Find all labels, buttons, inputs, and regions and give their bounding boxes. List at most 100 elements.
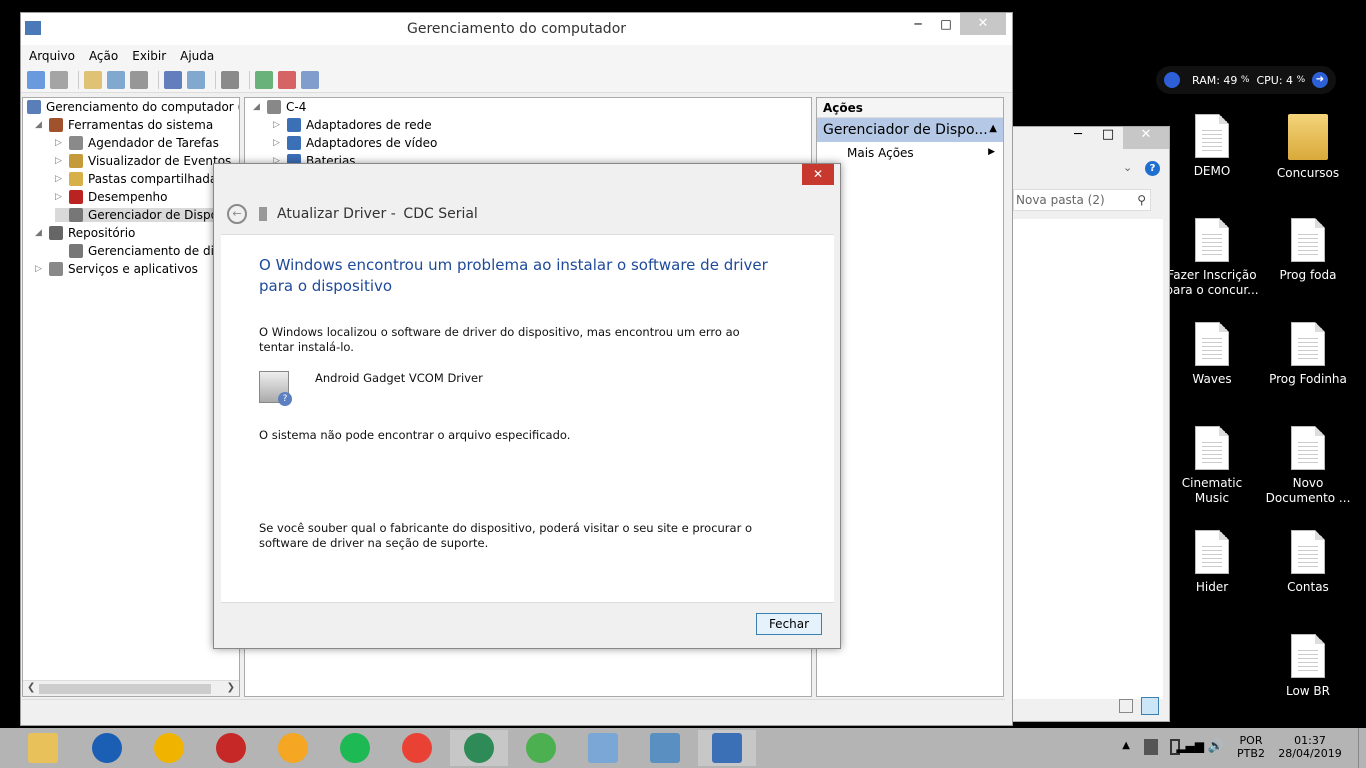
minimize-button[interactable]: ─ [904, 13, 932, 35]
desktop-icon[interactable]: Low BR [1260, 634, 1356, 699]
tree-item[interactable]: ◢ Repositório [35, 226, 135, 240]
taskbar-app[interactable] [202, 730, 260, 766]
desktop-icon[interactable]: Prog Fodinha [1260, 322, 1356, 387]
show-desktop-button[interactable] [1358, 728, 1366, 768]
dialog-close-button[interactable]: ✕ [802, 164, 834, 185]
expand-icon[interactable]: ▷ [55, 138, 65, 148]
tree-item[interactable]: ◢ Ferramentas do sistema [35, 118, 213, 132]
tree-item[interactable]: ▷ Pastas compartilhadas [55, 172, 224, 186]
taskbar-app[interactable] [574, 730, 632, 766]
action-center-icon[interactable] [1144, 739, 1158, 755]
expand-icon[interactable]: ▷ [55, 174, 65, 184]
device-category[interactable]: ▷ Adaptadores de vídeo [273, 136, 437, 150]
menu-exibir[interactable]: Exibir [132, 45, 166, 67]
status-bar [22, 699, 1005, 721]
arrow-right-icon[interactable]: ➜ [1312, 72, 1328, 88]
taskbar-app[interactable] [698, 730, 756, 766]
actions-device-manager[interactable]: Gerenciador de Dispo... ▲ [817, 118, 1003, 142]
chevron-down-icon[interactable]: ⌄ [1123, 161, 1132, 174]
properties-icon[interactable] [130, 70, 148, 89]
menu-arquivo[interactable]: Arquivo [29, 45, 75, 67]
more-actions-label: Mais Ações [847, 146, 914, 160]
scrollbar-thumb[interactable] [39, 684, 211, 694]
menu-acao[interactable]: Ação [89, 45, 118, 67]
desktop-icon[interactable]: Prog foda [1260, 218, 1356, 283]
collapse-icon[interactable]: ◢ [35, 120, 45, 130]
maximize-button[interactable]: □ [1093, 127, 1123, 149]
more-actions[interactable]: Mais Ações ▶ [817, 142, 1003, 164]
desktop-icon[interactable]: Hider [1164, 530, 1260, 595]
horizontal-scrollbar[interactable]: ❮ ❯ [23, 680, 239, 696]
tree-root[interactable]: Gerenciamento do computador (loc [27, 100, 239, 114]
desktop-icon-label: Prog foda [1279, 268, 1337, 282]
expand-icon[interactable]: ▷ [55, 156, 65, 166]
tree-item[interactable]: ▷ Visualizador de Eventos [55, 154, 231, 168]
device-category[interactable]: ▷ Adaptadores de rede [273, 118, 432, 132]
scroll-left-icon[interactable]: ❮ [27, 682, 35, 693]
taskbar-app[interactable] [14, 730, 72, 766]
show-hide-tree-icon[interactable] [107, 70, 125, 89]
expand-icon[interactable]: ▷ [35, 264, 45, 274]
expand-icon[interactable]: ▷ [55, 192, 65, 202]
desktop-icon[interactable]: Cinematic Music [1164, 426, 1260, 506]
up-folder-icon[interactable] [84, 70, 102, 89]
minimize-button[interactable]: ─ [1063, 127, 1093, 149]
tree-item[interactable]: Gerenciador de Dispositi [55, 208, 236, 222]
collapse-up-icon[interactable]: ▲ [989, 123, 997, 134]
taskbar-app[interactable] [140, 730, 198, 766]
expand-icon[interactable]: ▷ [273, 120, 283, 130]
language-indicator[interactable]: POR PTB2 [1236, 734, 1266, 760]
desktop-icon[interactable]: Fazer Inscrição para o concur... [1164, 218, 1260, 298]
desktop-icon[interactable]: Novo Documento ... [1260, 426, 1356, 506]
help-icon[interactable]: ? [1145, 161, 1160, 176]
document-icon [1195, 426, 1229, 470]
search-input[interactable]: Nova pasta (2) ⚲ [1013, 189, 1151, 211]
disable-device-icon[interactable] [301, 70, 319, 89]
taskbar-app[interactable] [78, 730, 136, 766]
volume-icon[interactable]: 🔊 [1208, 739, 1224, 754]
tree-item[interactable]: ▷ Serviços e aplicativos [35, 262, 198, 276]
back-arrow-icon[interactable]: ← [227, 204, 247, 224]
clock[interactable]: 01:37 28/04/2019 [1278, 734, 1342, 760]
desktop-icon[interactable]: DEMO [1164, 114, 1260, 179]
large-icons-view-icon[interactable] [1141, 697, 1159, 715]
help-topic-icon[interactable] [187, 70, 205, 89]
collapse-icon[interactable]: ◢ [253, 102, 263, 112]
tree-item[interactable]: Gerenciamento de disco [55, 244, 234, 258]
menu-ajuda[interactable]: Ajuda [180, 45, 214, 67]
collapse-icon[interactable]: ◢ [35, 228, 45, 238]
taskbar-app[interactable] [388, 730, 446, 766]
system-monitor-widget[interactable]: RAM: 49 % CPU: 4 % ➜ [1156, 66, 1336, 94]
taskbar-app[interactable] [512, 730, 570, 766]
desktop-icon-label: Cinematic Music [1181, 476, 1243, 505]
show-hidden-icons-icon[interactable]: ▲ [1122, 740, 1130, 751]
close-dialog-button[interactable]: Fechar [756, 613, 822, 635]
tree-item[interactable]: ▷ Agendador de Tarefas [55, 136, 219, 150]
scroll-right-icon[interactable]: ❯ [227, 682, 235, 693]
scan-hardware-icon[interactable] [221, 70, 239, 89]
close-button[interactable]: ✕ [1123, 127, 1169, 149]
taskbar-app[interactable] [636, 730, 694, 766]
maximize-button[interactable]: □ [932, 13, 960, 35]
taskbar-app[interactable] [326, 730, 384, 766]
back-arrow-icon[interactable] [27, 70, 45, 89]
forward-arrow-icon[interactable] [50, 70, 68, 89]
device-root[interactable]: ◢ C-4 [253, 100, 306, 114]
keyboard-layout: PTB2 [1237, 747, 1265, 760]
close-button[interactable]: ✕ [960, 13, 1006, 35]
desktop-icon-label: Fazer Inscrição para o concur... [1165, 268, 1259, 297]
cpu-unit: % [1296, 75, 1306, 85]
uninstall-icon[interactable] [278, 70, 296, 89]
details-view-icon[interactable] [1119, 699, 1133, 713]
taskbar-app[interactable] [264, 730, 322, 766]
toolbar [21, 67, 1012, 93]
update-driver-icon[interactable] [255, 70, 273, 89]
desktop-icon[interactable]: Concursos [1260, 114, 1356, 181]
taskbar-app[interactable] [450, 730, 508, 766]
network-icon[interactable]: ▂▄▆ [1176, 739, 1204, 753]
expand-icon[interactable]: ▷ [273, 138, 283, 148]
desktop-icon[interactable]: Contas [1260, 530, 1356, 595]
help-icon[interactable] [164, 70, 182, 89]
desktop-icon[interactable]: Waves [1164, 322, 1260, 387]
tree-item[interactable]: ▷ Desempenho [55, 190, 168, 204]
